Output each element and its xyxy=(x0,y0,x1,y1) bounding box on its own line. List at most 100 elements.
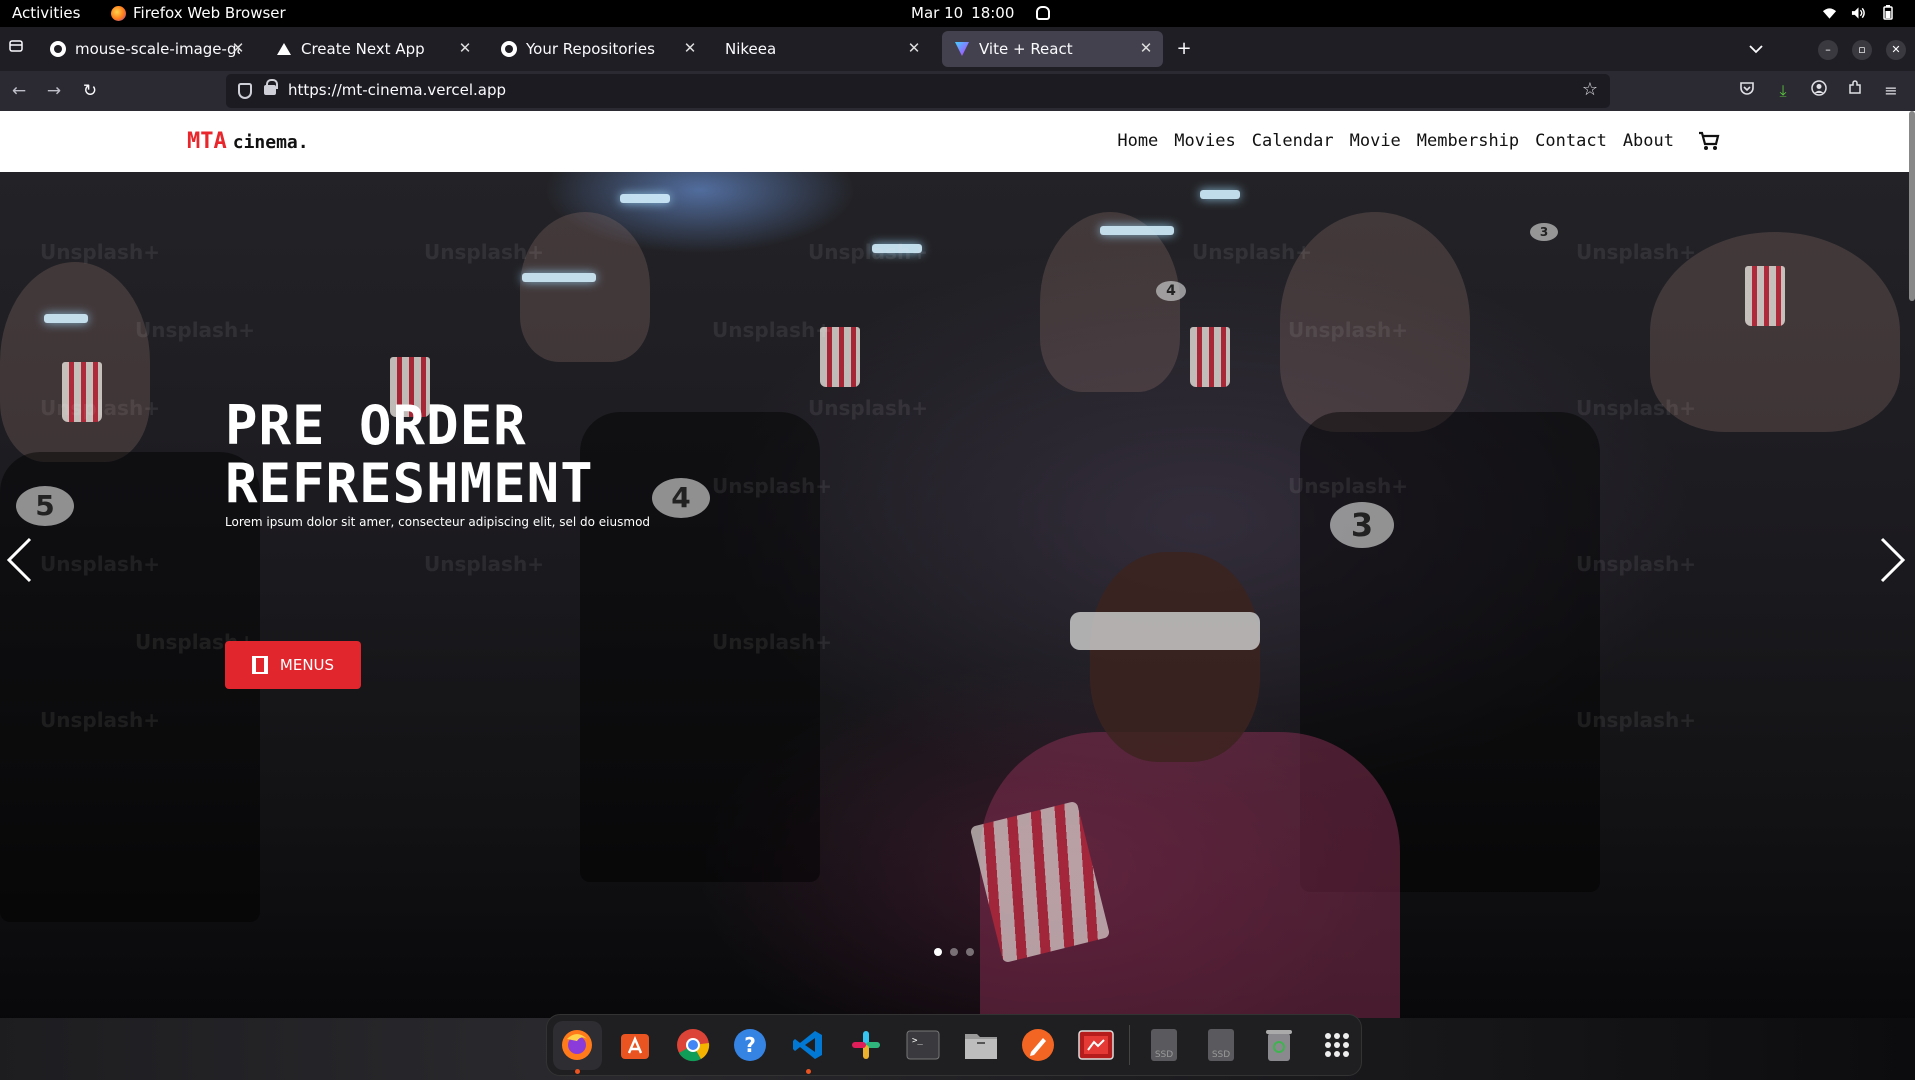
reload-icon[interactable]: ↻ xyxy=(79,80,101,102)
chrome-dock-icon[interactable] xyxy=(668,1021,717,1070)
minimize-icon[interactable]: – xyxy=(1818,40,1838,60)
tab-overview-icon[interactable] xyxy=(4,37,28,61)
terminal-dock-icon[interactable]: >_ xyxy=(899,1021,948,1070)
help-dock-icon[interactable]: ? xyxy=(726,1021,775,1070)
back-icon[interactable]: ← xyxy=(8,80,30,102)
lock-icon[interactable] xyxy=(264,79,278,95)
hero-title: PRE ORDER REFRESHMENT xyxy=(225,397,594,513)
3d-glasses xyxy=(620,194,670,203)
close-tab-icon[interactable]: ✕ xyxy=(681,39,699,57)
watermark: Unsplash+ xyxy=(1192,240,1312,264)
date-text: Mar 10 xyxy=(911,4,964,22)
seat-number-badge: 3 xyxy=(1530,223,1558,241)
watermark: Unsplash+ xyxy=(1576,240,1696,264)
page-scrollbar[interactable] xyxy=(1909,111,1915,301)
ssd-drive-icon[interactable]: SSD xyxy=(1197,1021,1246,1070)
svg-text:?: ? xyxy=(744,1033,756,1057)
3d-glasses xyxy=(1100,226,1174,235)
close-tab-icon[interactable]: ✕ xyxy=(229,39,247,57)
volume-icon xyxy=(1851,5,1866,20)
hero-title-line2: REFRESHMENT xyxy=(225,452,594,515)
carousel-prev-arrow[interactable] xyxy=(4,537,34,587)
vscode-dock-icon[interactable] xyxy=(784,1021,833,1074)
close-tab-icon[interactable]: ✕ xyxy=(905,39,923,57)
site-nav: Home Movies Calendar Movie Membership Co… xyxy=(1117,131,1720,151)
hero-subtitle: Lorem ipsum dolor sit amer, consecteur a… xyxy=(225,515,651,529)
popcorn-cup xyxy=(1745,266,1785,326)
activities-button[interactable]: Activities xyxy=(12,4,80,22)
logo-secondary: cinema. xyxy=(232,132,309,153)
tab-label: Vite + React xyxy=(979,40,1073,58)
app-menu[interactable]: Firefox Web Browser xyxy=(111,4,286,22)
seat-number-badge: 3 xyxy=(1330,502,1394,548)
nav-calendar[interactable]: Calendar xyxy=(1252,131,1334,151)
ssd-drive-icon[interactable]: SSD xyxy=(1139,1021,1188,1070)
site-logo[interactable]: MTA cinema. xyxy=(187,129,309,154)
menus-button[interactable]: MENUS xyxy=(225,641,361,689)
list-all-tabs-icon[interactable] xyxy=(1744,37,1768,61)
url-text[interactable]: https://mt-cinema.vercel.app xyxy=(288,81,506,99)
nav-home[interactable]: Home xyxy=(1117,131,1158,151)
film-icon xyxy=(251,656,268,674)
hamburger-menu-icon[interactable]: ≡ xyxy=(1880,80,1902,102)
pocket-icon[interactable] xyxy=(1736,80,1758,102)
downloads-icon[interactable]: ⤓ xyxy=(1772,80,1794,102)
carousel-dot[interactable] xyxy=(966,948,974,956)
carousel-dot[interactable] xyxy=(950,948,958,956)
app-center-dock-icon[interactable] xyxy=(611,1021,660,1070)
bookmark-star-icon[interactable]: ☆ xyxy=(1582,79,1598,100)
clock[interactable]: Mar 10 18:00 xyxy=(911,4,1051,22)
maximize-icon[interactable]: ▫ xyxy=(1852,40,1872,60)
new-tab-icon[interactable]: + xyxy=(1172,37,1196,61)
wifi-icon xyxy=(1822,5,1837,20)
carousel-next-arrow[interactable] xyxy=(1878,537,1908,587)
extensions-icon[interactable] xyxy=(1844,80,1866,102)
nav-movies[interactable]: Movies xyxy=(1174,131,1235,151)
watermark: Unsplash+ xyxy=(712,318,832,342)
tab-nikeea[interactable]: Nikeea ✕ xyxy=(713,31,931,67)
audience-figure xyxy=(520,212,650,362)
close-tab-icon[interactable]: ✕ xyxy=(456,39,474,57)
battery-icon xyxy=(1880,5,1895,20)
cart-icon[interactable] xyxy=(1698,131,1720,151)
github-icon xyxy=(50,41,66,57)
trash-dock-icon[interactable] xyxy=(1255,1021,1304,1070)
seat-number-badge: 4 xyxy=(1156,281,1186,301)
address-bar[interactable]: https://mt-cinema.vercel.app ☆ xyxy=(226,74,1610,108)
nav-movie[interactable]: Movie xyxy=(1350,131,1401,151)
app-name: Firefox Web Browser xyxy=(133,4,286,22)
media-app-dock-icon[interactable] xyxy=(1072,1021,1121,1070)
watermark: Unsplash+ xyxy=(1576,552,1696,576)
nav-about[interactable]: About xyxy=(1623,131,1674,151)
account-icon[interactable] xyxy=(1808,80,1830,102)
close-tab-icon[interactable]: ✕ xyxy=(1137,39,1155,57)
firefox-icon xyxy=(111,5,126,21)
3d-glasses xyxy=(1070,612,1260,650)
vite-icon xyxy=(954,41,970,57)
tab-label: Create Next App xyxy=(301,40,425,58)
tab-vite-react[interactable]: Vite + React ✕ xyxy=(942,31,1163,67)
forward-icon[interactable]: → xyxy=(43,80,65,102)
firefox-dock-icon[interactable] xyxy=(553,1020,602,1074)
system-tray[interactable] xyxy=(1822,5,1895,20)
tab-your-repositories[interactable]: Your Repositories ✕ xyxy=(489,31,707,67)
nav-membership[interactable]: Membership xyxy=(1417,131,1519,151)
files-dock-icon[interactable] xyxy=(956,1021,1005,1070)
tab-label: mouse-scale-image-galle xyxy=(75,40,240,58)
show-apps-grid-icon[interactable] xyxy=(1312,1021,1361,1070)
carousel-dot[interactable] xyxy=(934,948,942,956)
ubuntu-dock: ? >_ SSD SSD xyxy=(546,1014,1362,1076)
pen-tool-dock-icon[interactable] xyxy=(1014,1021,1063,1070)
svg-text:SSD: SSD xyxy=(1212,1050,1230,1060)
dock-separator xyxy=(1129,1025,1131,1065)
slack-dock-icon[interactable] xyxy=(841,1021,890,1070)
logo-primary: MTA xyxy=(187,129,227,154)
tab-create-next-app[interactable]: Create Next App ✕ xyxy=(264,31,482,67)
tracking-protection-icon[interactable] xyxy=(238,83,252,99)
watermark: Unsplash+ xyxy=(1288,318,1408,342)
watermark: Unsplash+ xyxy=(808,396,928,420)
tab-mouse-scale[interactable]: mouse-scale-image-galle ✕ xyxy=(38,31,255,67)
3d-glasses xyxy=(44,314,88,323)
close-window-icon[interactable]: ✕ xyxy=(1886,40,1906,60)
nav-contact[interactable]: Contact xyxy=(1535,131,1607,151)
